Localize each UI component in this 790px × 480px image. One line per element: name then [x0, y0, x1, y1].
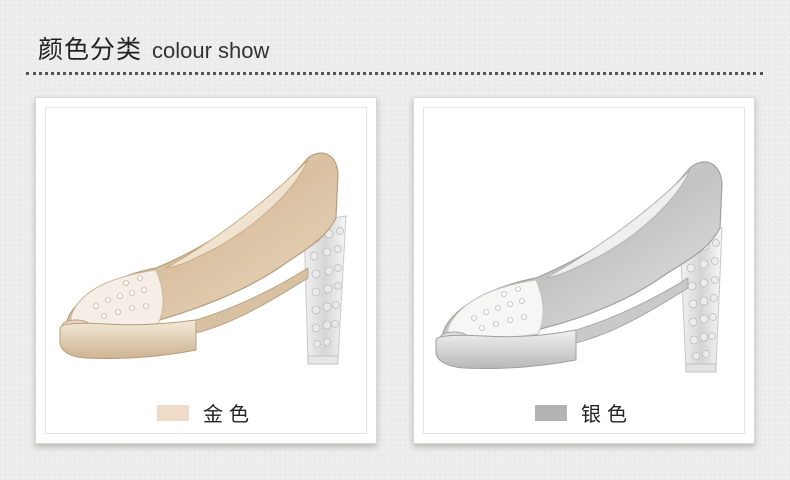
product-card-gold[interactable]: 金色 — [35, 97, 377, 444]
section-title-cn: 颜色分类 — [38, 35, 143, 64]
color-caption-gold: 金色 — [36, 398, 376, 427]
section-header: 颜色分类 colour show — [38, 30, 269, 66]
product-card-silver[interactable]: 银色 — [413, 97, 755, 444]
color-swatch-gold — [157, 404, 189, 421]
color-label-gold: 金色 — [203, 402, 255, 426]
section-title-en: colour show — [152, 38, 270, 63]
color-label-silver: 银色 — [581, 402, 633, 426]
color-caption-silver: 银色 — [414, 398, 754, 427]
dotted-divider — [26, 72, 763, 75]
silver-shoe-icon — [435, 161, 723, 373]
color-swatch-silver — [535, 404, 567, 421]
gold-shoe-icon — [59, 152, 347, 365]
